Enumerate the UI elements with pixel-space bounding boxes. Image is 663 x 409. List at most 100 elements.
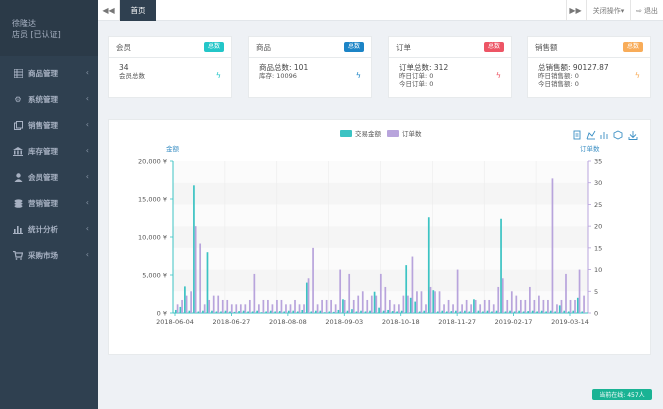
bar-amount[interactable] xyxy=(527,311,530,313)
legend-label-amount[interactable]: 交易金额 xyxy=(355,129,382,138)
sidebar-item-goods[interactable]: 商品管理 ‹ xyxy=(0,60,98,86)
bar-orders[interactable] xyxy=(388,299,391,313)
bar-amount[interactable] xyxy=(536,311,539,313)
bar-orders[interactable] xyxy=(235,304,238,313)
bar-orders[interactable] xyxy=(276,299,278,313)
bar-amount[interactable] xyxy=(301,309,304,313)
bar-amount[interactable] xyxy=(247,311,249,313)
bar-amount[interactable] xyxy=(572,310,575,313)
bar-amount[interactable] xyxy=(175,309,177,313)
data-view-icon[interactable] xyxy=(573,130,581,140)
bar-amount[interactable] xyxy=(184,286,186,313)
exit-button[interactable]: ⇨ 退出 xyxy=(630,0,663,21)
bar-orders[interactable] xyxy=(565,273,567,313)
bar-orders[interactable] xyxy=(393,304,396,313)
bar-orders[interactable] xyxy=(289,304,292,313)
bar-amount[interactable] xyxy=(251,311,254,313)
user-name[interactable]: 徐隆达 xyxy=(12,18,98,29)
bar-orders[interactable] xyxy=(312,247,314,313)
bar-orders[interactable] xyxy=(533,299,536,313)
bar-amount[interactable] xyxy=(346,310,349,313)
bar-orders[interactable] xyxy=(429,286,432,313)
bar-amount[interactable] xyxy=(522,311,525,313)
tab-home[interactable]: 首页 xyxy=(120,0,156,21)
bar-amount[interactable] xyxy=(351,309,353,313)
bar-orders[interactable] xyxy=(465,299,468,313)
bar-orders[interactable] xyxy=(474,299,477,313)
bar-orders[interactable] xyxy=(492,304,495,313)
tab-scroll-right-button[interactable]: ▶▶ xyxy=(566,0,584,21)
bar-orders[interactable] xyxy=(560,299,563,313)
bar-orders[interactable] xyxy=(239,304,242,313)
legend-label-orders[interactable]: 订单数 xyxy=(402,129,422,138)
bar-amount[interactable] xyxy=(396,311,399,313)
bar-amount[interactable] xyxy=(545,311,548,313)
bar-amount[interactable] xyxy=(342,299,344,313)
bar-orders[interactable] xyxy=(551,178,554,313)
bar-amount[interactable] xyxy=(197,311,200,313)
bar-orders[interactable] xyxy=(569,299,572,313)
bar-amount[interactable] xyxy=(369,310,371,313)
bar-amount[interactable] xyxy=(324,312,326,313)
bar-orders[interactable] xyxy=(348,273,351,313)
bar-orders[interactable] xyxy=(456,269,459,313)
bar-amount[interactable] xyxy=(405,265,408,313)
bar-orders[interactable] xyxy=(208,299,211,313)
bar-orders[interactable] xyxy=(248,299,251,313)
bar-amount[interactable] xyxy=(387,309,389,313)
bar-orders[interactable] xyxy=(316,304,319,313)
bar-amount[interactable] xyxy=(400,310,403,313)
bar-amount[interactable] xyxy=(310,311,313,313)
bar-amount[interactable] xyxy=(269,310,272,313)
bar-orders[interactable] xyxy=(370,295,373,313)
bar-amount[interactable] xyxy=(473,299,475,313)
bar-orders[interactable] xyxy=(483,299,486,313)
bar-orders[interactable] xyxy=(416,291,418,313)
bar-orders[interactable] xyxy=(203,304,206,313)
bar-amount[interactable] xyxy=(278,311,281,313)
bar-amount[interactable] xyxy=(468,311,471,313)
bar-orders[interactable] xyxy=(298,304,301,313)
bar-orders[interactable] xyxy=(379,273,382,313)
bar-amount[interactable] xyxy=(224,310,227,313)
bar-amount[interactable] xyxy=(305,282,308,313)
bar-orders[interactable] xyxy=(506,299,509,313)
bar-orders[interactable] xyxy=(556,304,558,313)
bar-amount[interactable] xyxy=(333,311,335,313)
bar-amount[interactable] xyxy=(260,312,263,313)
bar-amount[interactable] xyxy=(482,311,484,313)
bar-amount[interactable] xyxy=(337,309,340,313)
bar-amount[interactable] xyxy=(563,310,566,313)
bar-amount[interactable] xyxy=(432,290,435,313)
line-chart-icon[interactable] xyxy=(586,130,596,140)
bar-amount[interactable] xyxy=(531,310,534,313)
bar-orders[interactable] xyxy=(497,286,500,313)
bar-orders[interactable] xyxy=(470,304,473,313)
bar-amount[interactable] xyxy=(215,311,218,313)
bar-orders[interactable] xyxy=(280,299,283,313)
bar-amount[interactable] xyxy=(206,252,209,313)
bar-orders[interactable] xyxy=(221,299,224,313)
bar-orders[interactable] xyxy=(181,299,183,313)
bar-amount[interactable] xyxy=(382,310,385,313)
bar-orders[interactable] xyxy=(307,278,310,313)
bar-amount[interactable] xyxy=(518,310,520,313)
bar-amount[interactable] xyxy=(360,310,362,313)
bar-amount[interactable] xyxy=(292,310,295,313)
bar-orders[interactable] xyxy=(321,299,323,313)
bar-orders[interactable] xyxy=(583,295,585,313)
bar-amount[interactable] xyxy=(558,305,561,313)
bar-orders[interactable] xyxy=(212,295,215,313)
bar-orders[interactable] xyxy=(334,304,337,313)
bar-orders[interactable] xyxy=(574,299,576,313)
bar-amount[interactable] xyxy=(500,218,502,313)
bar-chart-toggle-icon[interactable] xyxy=(600,132,608,139)
bar-orders[interactable] xyxy=(244,304,247,313)
bar-orders[interactable] xyxy=(226,299,229,313)
bar-amount[interactable] xyxy=(576,297,579,313)
bar-amount[interactable] xyxy=(238,311,240,313)
bar-amount[interactable] xyxy=(509,310,511,313)
sidebar-item-stats[interactable]: 统计分析 ‹ xyxy=(0,216,98,242)
bar-amount[interactable] xyxy=(554,311,557,313)
bar-orders[interactable] xyxy=(217,295,220,313)
